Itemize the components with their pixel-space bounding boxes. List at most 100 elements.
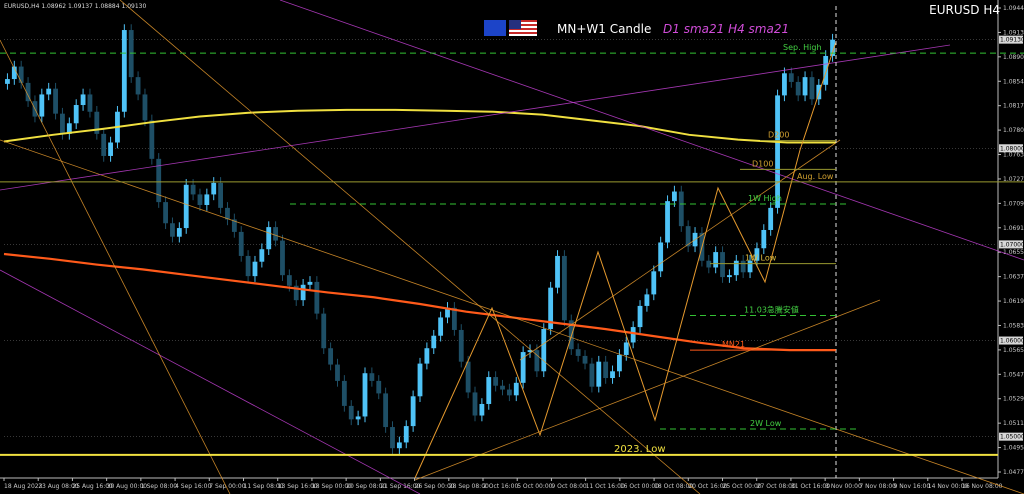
candle-body: [266, 227, 272, 250]
candle-body: [417, 363, 423, 397]
candle-body: [472, 392, 478, 416]
candle-body: [149, 120, 155, 159]
trendline: [0, 269, 421, 494]
ma-caption: D1 sma21 H4 sma21: [663, 22, 790, 36]
candle-body: [788, 73, 794, 82]
candle-body: [87, 94, 93, 112]
candle-body: [672, 191, 677, 202]
candle-body: [396, 442, 402, 449]
candle-body: [314, 281, 320, 314]
x-tick-label: 18 Aug 2023: [4, 483, 43, 490]
price-highlight-label: 1.07000: [1000, 241, 1024, 248]
candle-body: [383, 393, 389, 428]
candle-body: [500, 385, 505, 390]
candle-caption: MN+W1 Candle: [557, 22, 652, 36]
y-tick-label: 1.09442: [1003, 5, 1024, 12]
candle-body: [18, 66, 24, 83]
y-tick-label: 1.09130: [1003, 29, 1024, 36]
candle-body: [561, 255, 567, 321]
trendline: [119, 0, 701, 494]
candle-body: [616, 354, 622, 372]
y-tick-label: 1.05297: [1003, 396, 1024, 403]
candle-body: [596, 361, 602, 387]
candle-body: [328, 348, 334, 365]
eu-flag-icon: [484, 20, 506, 36]
y-tick-label: 1.08172: [1003, 103, 1024, 110]
candle-body: [369, 373, 375, 381]
candle-body: [252, 261, 258, 277]
candle-body: [376, 380, 382, 394]
candle-body: [163, 202, 168, 224]
candle-body: [678, 191, 684, 227]
price-highlight-label: 1.06000: [1000, 338, 1024, 345]
candle-body: [665, 201, 670, 243]
y-tick-label: 1.07637: [1003, 152, 1024, 159]
level-label: MN21: [722, 340, 745, 349]
candle-body: [135, 77, 141, 95]
candle-body: [630, 327, 636, 343]
candle-body: [211, 182, 217, 195]
candle-body: [623, 342, 629, 355]
x-tick-label: 9 Oct 08:00: [551, 483, 586, 490]
candle-body: [121, 30, 127, 112]
sma-d1-line: [3, 252, 836, 352]
candle-body: [775, 95, 780, 208]
y-tick-label: 1.06377: [1003, 274, 1024, 281]
candle-body: [197, 194, 203, 205]
candle-body: [761, 229, 767, 249]
candle-body: [245, 255, 251, 277]
y-tick-label: 1.07097: [1003, 200, 1024, 207]
candle-body: [286, 275, 292, 286]
candle-body: [403, 426, 409, 443]
candle-body: [589, 363, 595, 387]
candle-body: [493, 377, 499, 386]
candle-body: [431, 335, 437, 349]
candle-body: [101, 133, 107, 156]
candle-body: [513, 382, 519, 396]
candle-body: [506, 389, 512, 396]
candle-body: [170, 223, 175, 237]
candle-body: [768, 207, 774, 230]
candle-body: [60, 113, 65, 134]
candle-body: [300, 284, 306, 301]
trendline: [0, 44, 951, 191]
y-tick-label: 1.05657: [1003, 347, 1024, 354]
candle-body: [795, 81, 801, 96]
level-label: 1W Low: [745, 254, 777, 263]
price-chart[interactable]: 1.09442 1.09130 1.08902 1.08542 1.08172 1.078…: [0, 0, 1024, 494]
level-label: D200: [768, 131, 789, 140]
candle-body: [183, 184, 189, 229]
x-tick-label: 3 Nov 00:00: [825, 483, 862, 490]
candle-body: [555, 255, 560, 288]
level-label: D100: [752, 159, 773, 168]
candle-body: [410, 396, 416, 427]
chart-window[interactable]: 1.09442 1.09130 1.08902 1.08542 1.08172 1.078…: [0, 0, 1024, 494]
candle-body: [782, 73, 787, 96]
candle-body: [73, 105, 79, 124]
candle-body: [727, 275, 732, 278]
candle-body: [651, 271, 657, 295]
candle-body: [733, 260, 739, 276]
x-tick-label: 9 Nov 16:00: [894, 483, 931, 490]
candle-body: [809, 77, 815, 100]
level-label: Aug. Low: [797, 172, 834, 181]
y-tick-label: 1.07807: [1003, 127, 1024, 134]
us-flag-icon: [509, 20, 537, 36]
x-tick-label: 7 Nov 08:00: [859, 483, 896, 490]
candle-body: [541, 328, 547, 372]
candle-body: [355, 416, 361, 420]
y-tick-label: 1.08542: [1003, 78, 1024, 85]
candle-body: [458, 329, 464, 362]
candle-body: [582, 355, 588, 364]
y-tick-label: 1.06197: [1003, 298, 1024, 305]
y-tick-label: 1.04777: [1003, 469, 1024, 476]
candle-body: [644, 294, 650, 306]
candle-body: [80, 94, 86, 106]
x-tick-label: 1 Sep 08:00: [141, 483, 177, 490]
candle-body: [486, 377, 492, 404]
candle-body: [307, 281, 313, 285]
y-tick-label: 1.05837: [1003, 322, 1024, 329]
candle-body: [720, 252, 725, 278]
candle-body: [39, 94, 45, 117]
candle-body: [176, 228, 182, 237]
